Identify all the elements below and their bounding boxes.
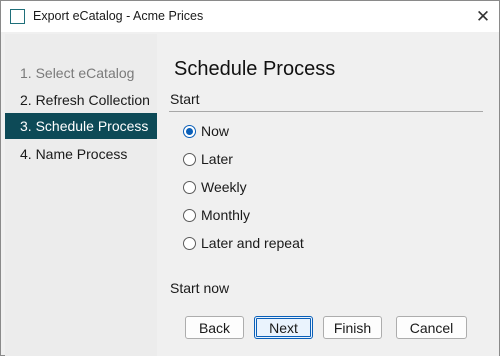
main-content: Schedule Process Start Now Later Weekly …	[157, 34, 499, 356]
section-divider	[169, 111, 483, 112]
radio-button-monthly[interactable]	[183, 208, 196, 222]
wizard-steps-sidebar: 1. Select eCatalog 2. Refresh Collection…	[5, 34, 157, 356]
page-title: Schedule Process	[174, 58, 336, 80]
next-button[interactable]: Next	[254, 316, 313, 339]
radio-option-weekly[interactable]: Weekly	[183, 177, 247, 197]
step-refresh-collection[interactable]: 2. Refresh Collection	[5, 87, 157, 113]
radio-button-later-and-repeat[interactable]	[183, 236, 196, 250]
radio-label-weekly: Weekly	[201, 179, 247, 195]
radio-label-now: Now	[201, 123, 230, 139]
radio-label-later: Later	[201, 151, 233, 167]
back-button[interactable]: Back	[185, 316, 244, 339]
radio-label-monthly: Monthly	[201, 207, 251, 223]
radio-option-monthly[interactable]: Monthly	[183, 205, 250, 225]
radio-button-now[interactable]	[183, 124, 196, 138]
title-bar: Export eCatalog - Acme Prices ✕	[1, 1, 499, 32]
app-icon	[10, 9, 25, 24]
radio-option-later-and-repeat[interactable]: Later and repeat	[183, 233, 304, 253]
step-select-ecatalog: 1. Select eCatalog	[20, 65, 135, 81]
radio-button-weekly[interactable]	[183, 180, 196, 194]
radio-label-later-and-repeat: Later and repeat	[201, 235, 304, 251]
export-ecatalog-dialog: Export eCatalog - Acme Prices ✕ 1. Selec…	[0, 0, 500, 356]
radio-button-later[interactable]	[183, 152, 196, 166]
step-name-process[interactable]: 4. Name Process	[5, 141, 157, 167]
window-title: Export eCatalog - Acme Prices	[33, 9, 204, 23]
radio-option-later[interactable]: Later	[183, 149, 233, 169]
cancel-button[interactable]: Cancel	[396, 316, 467, 339]
status-text: Start now	[170, 280, 230, 296]
radio-option-now[interactable]: Now	[183, 121, 229, 141]
close-icon[interactable]: ✕	[471, 5, 495, 29]
step-schedule-process[interactable]: 3. Schedule Process	[5, 113, 157, 139]
finish-button[interactable]: Finish	[323, 316, 382, 339]
start-section-label: Start	[170, 91, 200, 107]
